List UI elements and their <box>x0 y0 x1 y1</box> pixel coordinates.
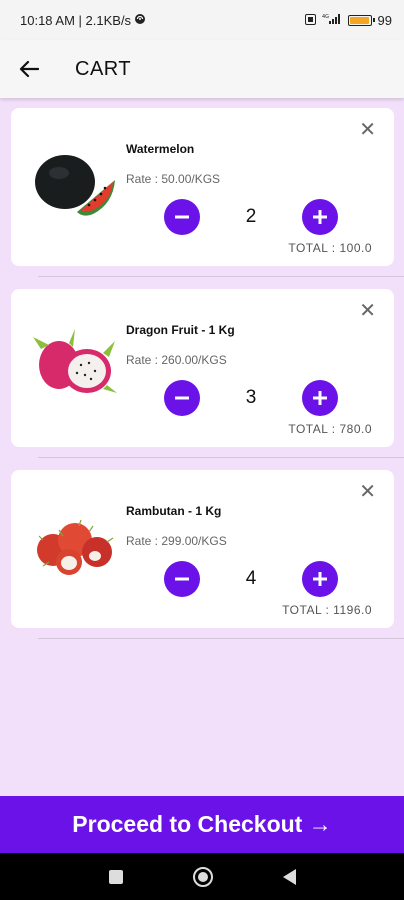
divider <box>38 638 404 639</box>
quantity-value: 3 <box>245 387 257 408</box>
cart-item: Rambutan - 1 Kg Rate : 299.00/KGS ✕ 4 TO… <box>11 470 394 628</box>
minus-icon <box>175 396 189 400</box>
plus-icon <box>313 391 327 405</box>
status-left: 10:18 AM | 2.1KB/s <box>20 13 146 28</box>
signal-icon: 4G <box>322 13 342 28</box>
back-button[interactable] <box>0 40 58 98</box>
app-bar: CART <box>0 40 404 98</box>
divider <box>38 276 404 277</box>
cart-item: Watermelon Rate : 50.00/KGS ✕ 2 TOTAL : … <box>11 108 394 266</box>
quantity-value: 4 <box>245 568 257 589</box>
product-image-dragon-fruit <box>29 319 119 409</box>
home-button[interactable] <box>192 866 213 887</box>
decrease-qty-button[interactable] <box>164 380 200 416</box>
status-right: 4G 99 <box>304 12 392 28</box>
product-total: TOTAL : 100.0 <box>288 241 372 255</box>
battery-percent: 99 <box>377 12 392 28</box>
product-image-rambutan <box>29 500 119 590</box>
product-total: TOTAL : 1196.0 <box>282 603 372 617</box>
product-rate: Rate : 299.00/KGS <box>126 534 227 548</box>
remove-item-button[interactable]: ✕ <box>359 120 376 140</box>
quantity-value: 2 <box>245 206 257 227</box>
proceed-to-checkout-button[interactable]: Proceed to Checkout → <box>0 796 404 853</box>
battery-icon <box>347 14 375 26</box>
minus-icon <box>175 577 189 581</box>
product-image-watermelon <box>29 138 119 228</box>
screenshot-icon <box>304 13 316 28</box>
status-time: 10:18 AM | 2.1KB/s <box>20 12 132 28</box>
system-back-button[interactable] <box>282 868 296 885</box>
product-rate: Rate : 50.00/KGS <box>126 172 221 186</box>
product-rate: Rate : 260.00/KGS <box>126 353 227 367</box>
cart-item: Dragon Fruit - 1 Kg Rate : 260.00/KGS ✕ … <box>11 289 394 447</box>
plus-icon <box>313 572 327 586</box>
home-icon <box>197 871 208 882</box>
decrease-qty-button[interactable] <box>164 561 200 597</box>
status-bar: 10:18 AM | 2.1KB/s 4G 99 <box>0 0 404 40</box>
arrow-left-icon <box>19 60 39 78</box>
remove-item-button[interactable]: ✕ <box>359 301 376 321</box>
divider <box>38 457 404 458</box>
system-nav-bar <box>0 853 404 900</box>
remove-item-button[interactable]: ✕ <box>359 482 376 502</box>
product-name: Watermelon <box>126 142 195 156</box>
product-name: Dragon Fruit - 1 Kg <box>126 323 235 337</box>
decrease-qty-button[interactable] <box>164 199 200 235</box>
increase-qty-button[interactable] <box>302 380 338 416</box>
product-total: TOTAL : 780.0 <box>288 422 372 436</box>
svg-text:4G: 4G <box>322 14 329 20</box>
page-title: CART <box>75 57 132 80</box>
close-icon: ✕ <box>359 481 376 503</box>
increase-qty-button[interactable] <box>302 561 338 597</box>
recents-button[interactable] <box>108 869 123 884</box>
plus-icon <box>313 210 327 224</box>
minus-icon <box>175 215 189 219</box>
increase-qty-button[interactable] <box>302 199 338 235</box>
close-icon: ✕ <box>359 300 376 322</box>
product-name: Rambutan - 1 Kg <box>126 504 222 518</box>
close-icon: ✕ <box>359 119 376 141</box>
sync-icon <box>134 13 146 28</box>
